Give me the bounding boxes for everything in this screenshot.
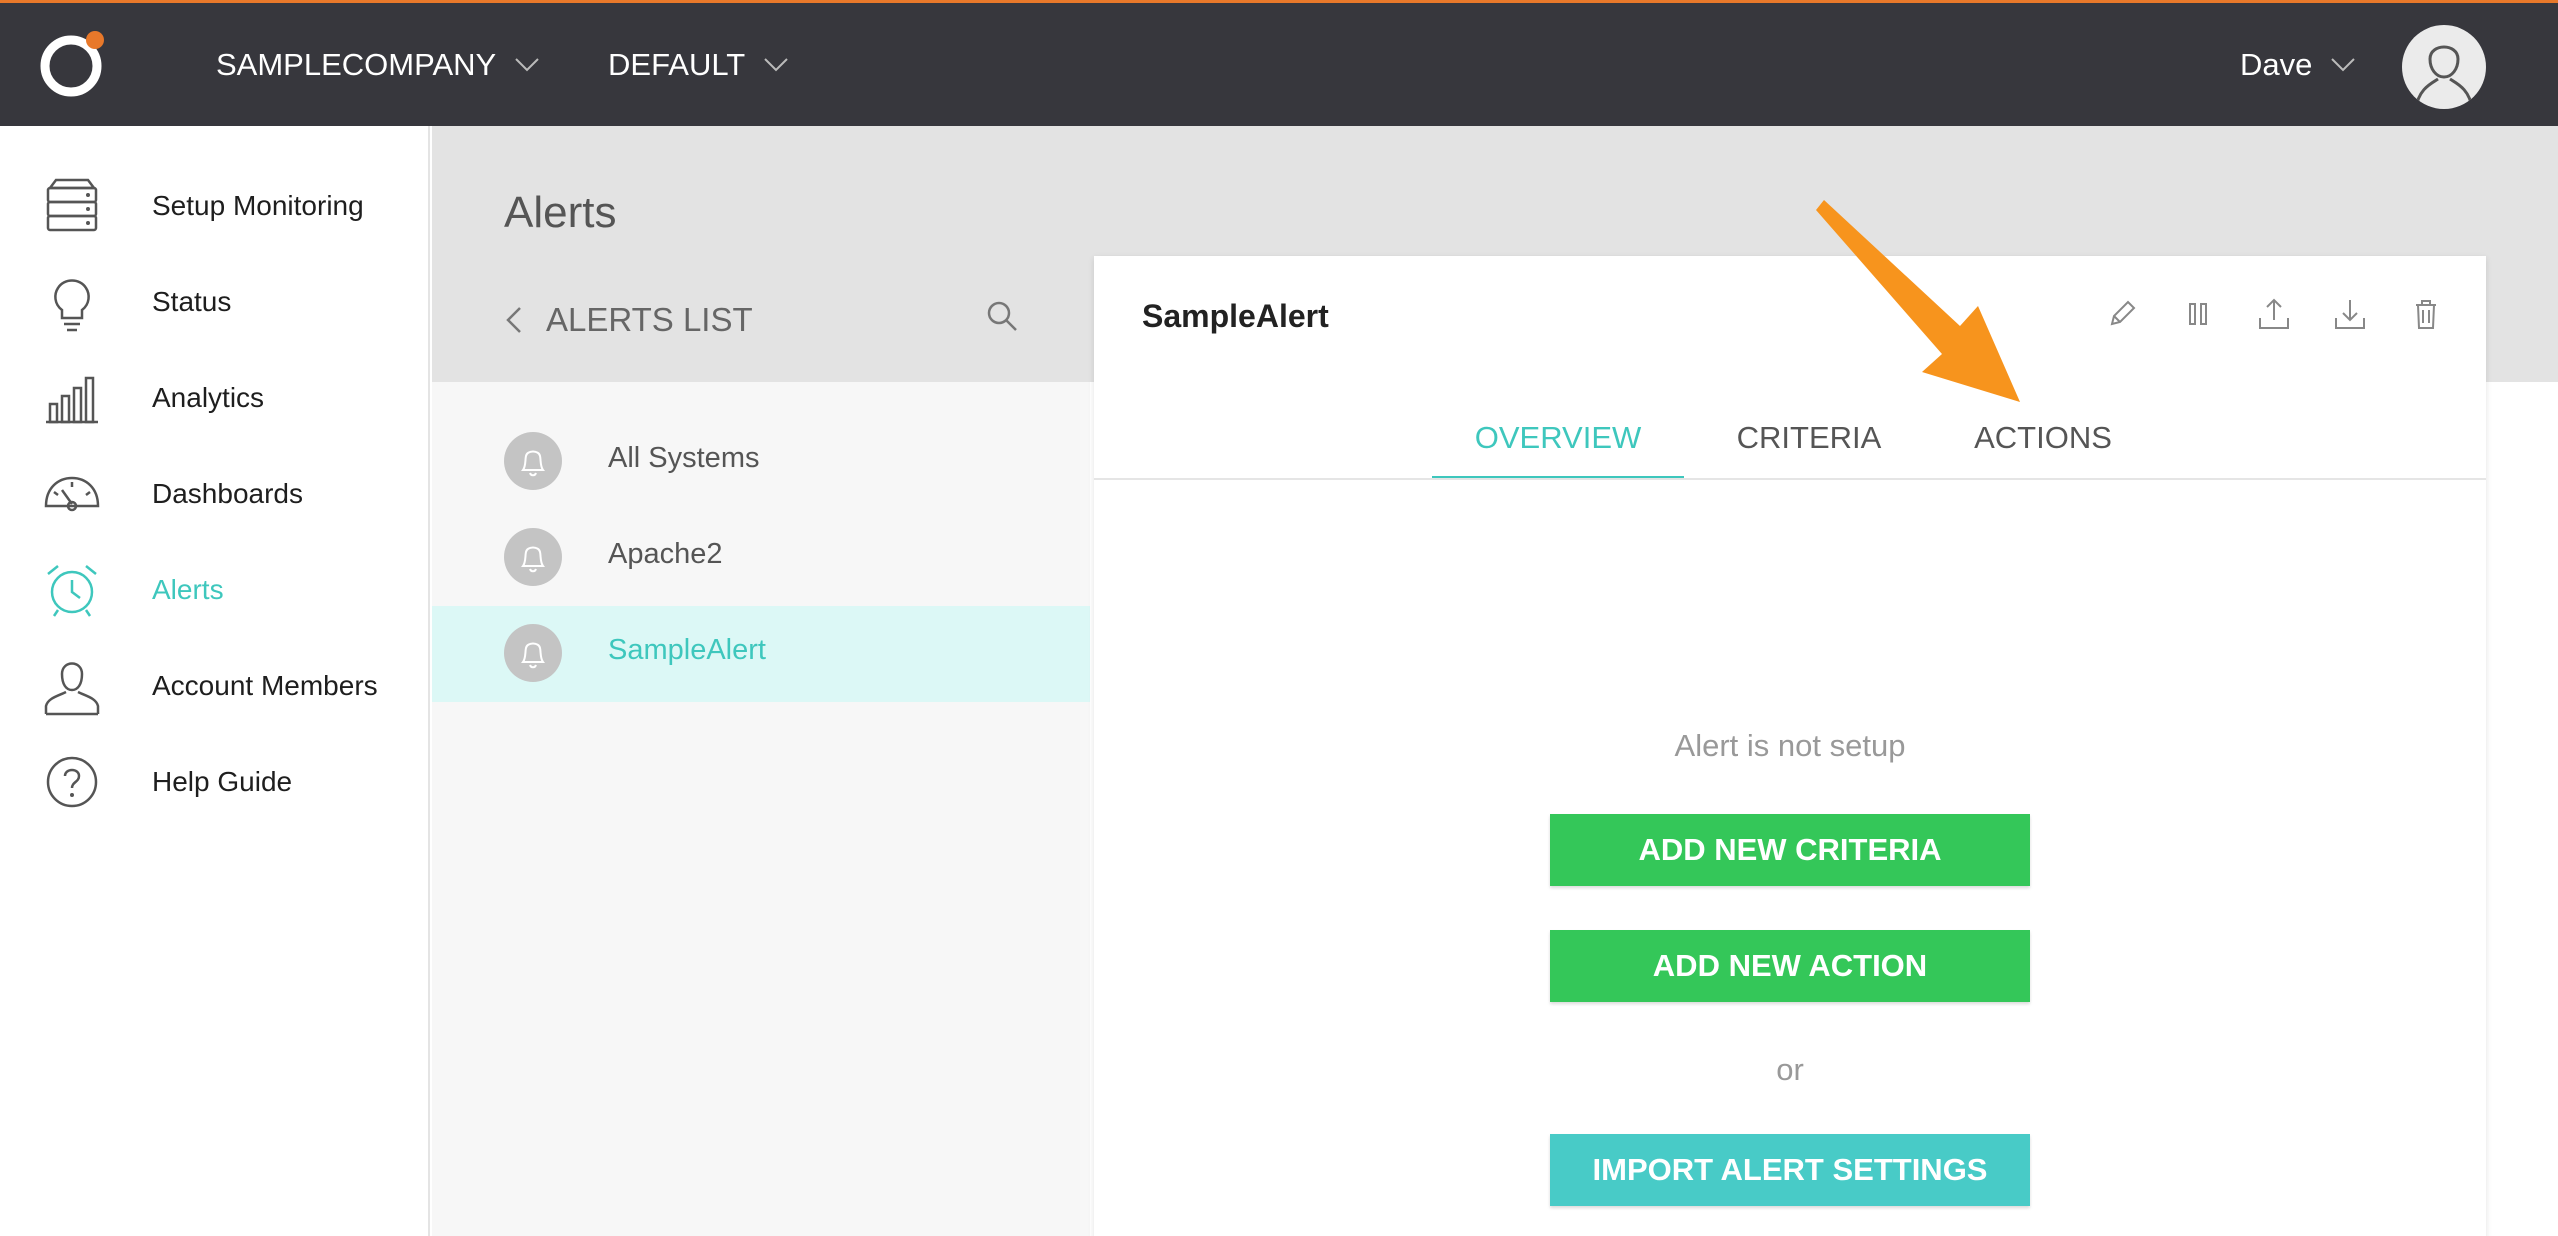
bell-icon bbox=[504, 624, 562, 682]
gauge-icon bbox=[44, 476, 100, 512]
sidebar-item-label: Analytics bbox=[152, 382, 265, 413]
sidebar-item-account-members[interactable]: Account Members bbox=[0, 638, 428, 734]
trash-icon[interactable] bbox=[2408, 296, 2444, 332]
empty-state-message: Alert is not setup bbox=[1674, 728, 1906, 763]
pause-icon[interactable] bbox=[2180, 296, 2216, 332]
sidebar-item-label: Account Members bbox=[152, 670, 378, 701]
server-icon bbox=[46, 178, 98, 232]
add-new-action-button[interactable]: ADD NEW ACTION bbox=[1550, 930, 2030, 1002]
list-item[interactable]: All Systems bbox=[432, 414, 1090, 510]
page-title: Alerts bbox=[504, 188, 617, 237]
sidebar-item-label: Setup Monitoring bbox=[152, 190, 364, 221]
alert-name: SampleAlert bbox=[608, 634, 766, 666]
user-icon bbox=[44, 662, 100, 716]
alert-name: All Systems bbox=[608, 442, 760, 474]
question-icon bbox=[46, 756, 98, 808]
alerts-list-title: ALERTS LIST bbox=[546, 301, 753, 338]
add-new-criteria-button[interactable]: ADD NEW CRITERIA bbox=[1550, 814, 2030, 886]
list-item[interactable]: SampleAlert bbox=[432, 606, 1090, 702]
pencil-icon[interactable] bbox=[2104, 296, 2140, 332]
search-icon[interactable] bbox=[984, 298, 1020, 334]
tab-actions[interactable]: ACTIONS bbox=[1958, 410, 2128, 480]
sidebar-item-help-guide[interactable]: Help Guide bbox=[0, 734, 428, 830]
sidebar-item-dashboards[interactable]: Dashboards bbox=[0, 446, 428, 542]
sidebar-item-status[interactable]: Status bbox=[0, 254, 428, 350]
tab-overview[interactable]: OVERVIEW bbox=[1432, 410, 1684, 480]
lightbulb-icon bbox=[54, 279, 90, 332]
sidebar-item-alerts[interactable]: Alerts bbox=[0, 542, 428, 638]
list-item[interactable]: Apache2 bbox=[432, 510, 1090, 606]
top-navigation-bar: SAMPLECOMPANY DEFAULT Dave bbox=[0, 0, 2558, 126]
bar-chart-icon bbox=[46, 376, 98, 424]
user-name: Dave bbox=[2240, 46, 2313, 82]
chevron-down-icon bbox=[764, 57, 788, 71]
alert-detail-title: SampleAlert bbox=[1142, 298, 1329, 334]
or-separator: or bbox=[1776, 1052, 1804, 1087]
sidebar-item-label: Status bbox=[152, 286, 232, 317]
annotation-arrow-icon bbox=[1816, 200, 2020, 402]
tabs-divider bbox=[1094, 478, 2486, 480]
alerts-list-back-button[interactable]: ALERTS LIST bbox=[504, 290, 753, 350]
sidebar-item-label: Dashboards bbox=[152, 478, 303, 509]
environment-selector[interactable]: DEFAULT bbox=[608, 3, 789, 126]
user-silhouette-icon bbox=[2414, 45, 2474, 109]
company-name: SAMPLECOMPANY bbox=[216, 46, 497, 82]
import-alert-settings-button[interactable]: IMPORT ALERT SETTINGS bbox=[1550, 1134, 2030, 1206]
chevron-down-icon bbox=[515, 57, 539, 71]
chevron-down-icon bbox=[2331, 57, 2356, 71]
app-logo-icon[interactable] bbox=[38, 29, 108, 99]
alert-name: Apache2 bbox=[608, 538, 723, 570]
sidebar-item-label: Alerts bbox=[152, 574, 224, 605]
user-menu[interactable]: Dave bbox=[2240, 3, 2356, 126]
bell-icon bbox=[504, 528, 562, 586]
download-icon[interactable] bbox=[2332, 296, 2368, 332]
alarm-clock-icon bbox=[47, 565, 97, 617]
avatar[interactable] bbox=[2402, 25, 2486, 109]
sidebar-item-analytics[interactable]: Analytics bbox=[0, 350, 428, 446]
bell-icon bbox=[504, 432, 562, 490]
alert-detail-card: SampleAlert OVERVIEW CRITERIA ACTIONS Al… bbox=[1094, 256, 2486, 1236]
environment-name: DEFAULT bbox=[608, 46, 746, 82]
tab-criteria[interactable]: CRITERIA bbox=[1724, 410, 1894, 480]
company-selector[interactable]: SAMPLECOMPANY bbox=[216, 3, 540, 126]
sidebar-item-label: Help Guide bbox=[152, 766, 293, 797]
chevron-left-icon bbox=[506, 307, 521, 333]
sidebar-item-setup-monitoring[interactable]: Setup Monitoring bbox=[0, 158, 428, 254]
upload-icon[interactable] bbox=[2256, 296, 2292, 332]
